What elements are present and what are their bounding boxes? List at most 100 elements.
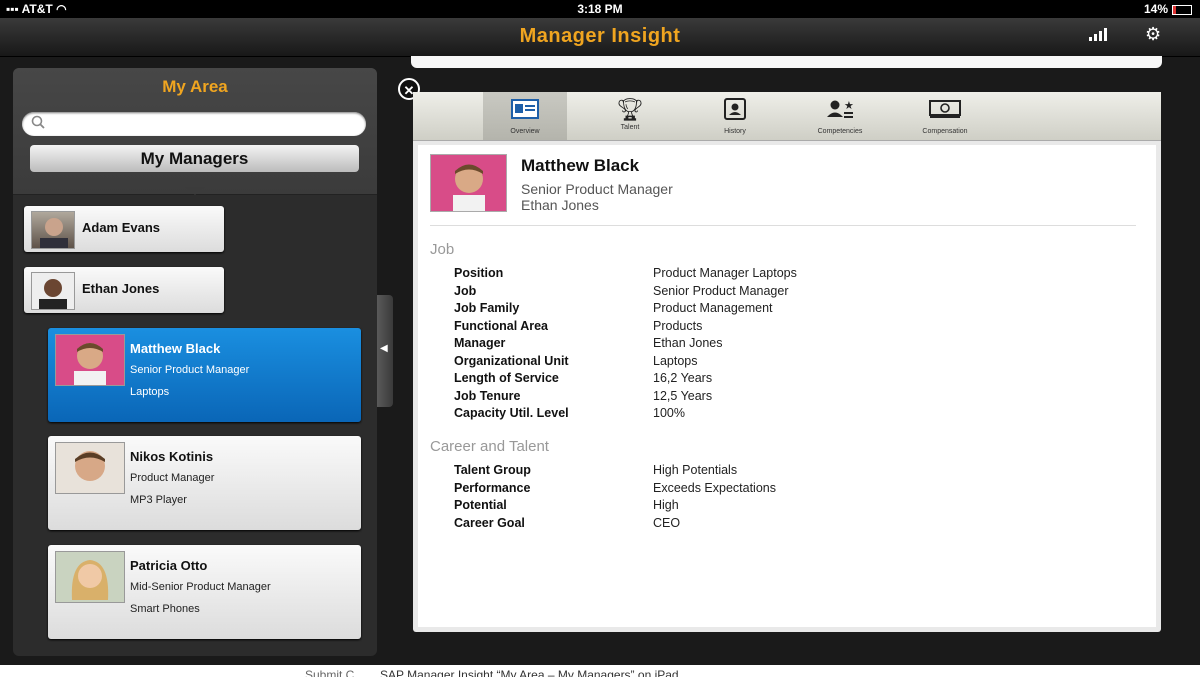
field-row: Capacity Util. Level 100% xyxy=(454,406,954,423)
section-heading-job: Job xyxy=(430,241,455,258)
report-name: Nikos Kotinis xyxy=(130,449,214,464)
svg-text:★: ★ xyxy=(844,99,854,112)
trophy-icon: 🏆︎ xyxy=(616,97,644,122)
manager-item-adam-evans[interactable]: Adam Evans xyxy=(24,206,224,252)
field-value: Products xyxy=(653,318,703,333)
image-caption: SAP Manager Insight “My Area – My Manage… xyxy=(380,668,679,677)
field-label: Job Tenure xyxy=(454,388,521,403)
profile-photo xyxy=(430,154,507,212)
my-managers-button[interactable]: My Managers xyxy=(30,145,359,172)
field-label: Position xyxy=(454,266,504,280)
report-item-matthew-black[interactable]: Matthew Black Senior Product Manager Lap… xyxy=(48,328,361,422)
battery-indicator: 14% xyxy=(1144,2,1192,16)
tab-competencies[interactable]: ★ Competencies xyxy=(798,92,882,140)
divider xyxy=(430,225,1136,226)
tab-label: Overview xyxy=(510,128,540,135)
money-icon xyxy=(903,97,987,127)
field-value: Ethan Jones xyxy=(653,336,723,350)
profile-title: Senior Product Manager xyxy=(521,181,673,197)
tab-label: History xyxy=(724,128,746,135)
my-area-header: My Area My Managers xyxy=(13,68,377,195)
manager-name: Ethan Jones xyxy=(82,281,160,296)
avatar xyxy=(55,334,125,386)
field-label: Job xyxy=(454,283,477,298)
tab-label: Compensation xyxy=(922,128,968,135)
chevron-left-icon: ◀ xyxy=(380,343,388,354)
id-card-icon xyxy=(483,97,567,127)
tab-compensation[interactable]: Compensation xyxy=(903,92,987,140)
field-row: Organizational Unit Laptops xyxy=(454,354,954,371)
field-row: Job Senior Product Manager xyxy=(454,284,954,301)
app-title-bar: Manager Insight ⚙ xyxy=(0,18,1200,57)
my-area-panel: My Area My Managers Adam Evans Ethan Jon… xyxy=(13,68,377,656)
tab-label: Competencies xyxy=(817,128,863,135)
tab-overview[interactable]: Overview xyxy=(483,92,567,140)
field-value: Laptops xyxy=(653,353,698,368)
report-name: Patricia Otto xyxy=(130,558,208,573)
avatar xyxy=(55,551,125,603)
detail-tab-bar: Overview 🏆︎ Talent History ★ Competencie… xyxy=(413,92,1161,141)
field-label: Performance xyxy=(454,480,531,495)
field-value: Product Manager Laptops xyxy=(653,266,797,280)
field-label: Career Goal xyxy=(454,515,525,530)
tab-label: Talent xyxy=(620,124,640,131)
field-row: Performance Exceeds Expectations xyxy=(454,481,954,498)
field-label: Manager xyxy=(454,336,506,350)
field-label: Length of Service xyxy=(454,371,559,385)
field-value: CEO xyxy=(653,515,681,530)
field-value: Product Management xyxy=(653,301,773,315)
report-title: Senior Product Manager xyxy=(130,364,250,376)
report-name: Matthew Black xyxy=(130,341,221,356)
field-value: High Potentials xyxy=(653,463,738,477)
clock: 3:18 PM xyxy=(577,2,623,16)
avatar xyxy=(31,272,75,310)
employee-detail-sheet: Overview 🏆︎ Talent History ★ Competencie… xyxy=(413,92,1161,632)
field-label: Potential xyxy=(454,498,507,512)
collapse-panel-handle[interactable]: ◀ xyxy=(377,295,393,407)
field-value: Senior Product Manager xyxy=(653,283,789,298)
status-bar: ▪▪▪ AT&T ◠ 3:18 PM 14% xyxy=(0,0,1200,18)
field-row: Talent Group High Potentials xyxy=(454,463,954,480)
my-area-title: My Area xyxy=(162,77,228,96)
report-unit: Smart Phones xyxy=(130,603,200,615)
signal-bars-icon[interactable] xyxy=(1088,26,1110,47)
tab-history[interactable]: History xyxy=(693,92,777,140)
field-row: Job Tenure 12,5 Years xyxy=(454,389,954,406)
manager-item-ethan-jones[interactable]: Ethan Jones xyxy=(24,267,224,313)
report-unit: Laptops xyxy=(130,386,170,398)
field-label: Organizational Unit xyxy=(454,353,569,368)
profile-manager: Ethan Jones xyxy=(521,197,599,213)
settings-gear-icon[interactable]: ⚙ xyxy=(1145,24,1161,45)
field-value: 100% xyxy=(653,406,685,420)
section-heading-career: Career and Talent xyxy=(430,438,549,455)
report-title: Product Manager xyxy=(130,472,215,484)
field-row: Functional Area Products xyxy=(454,319,954,336)
battery-icon xyxy=(1172,4,1192,15)
manager-name: Adam Evans xyxy=(82,220,161,235)
tab-talent[interactable]: 🏆︎ Talent xyxy=(588,92,672,140)
field-row: Job Family Product Management xyxy=(454,301,954,318)
search-input[interactable] xyxy=(22,112,366,136)
app-title: Manager Insight xyxy=(519,25,681,47)
field-row: Length of Service 16,2 Years xyxy=(454,371,954,388)
field-value: 16,2 Years xyxy=(653,371,713,385)
avatar xyxy=(31,211,75,249)
submit-fragment: Submit C xyxy=(305,668,355,677)
report-item-patricia-otto[interactable]: Patricia Otto Mid-Senior Product Manager… xyxy=(48,545,361,639)
field-row: Manager Ethan Jones xyxy=(454,336,954,353)
overview-content: Matthew Black Senior Product Manager Eth… xyxy=(418,145,1156,627)
report-unit: MP3 Player xyxy=(130,494,187,506)
field-row: Potential High xyxy=(454,498,954,515)
field-label: Capacity Util. Level xyxy=(454,406,569,420)
report-title: Mid-Senior Product Manager xyxy=(130,581,271,593)
field-row: Position Product Manager Laptops xyxy=(454,266,954,283)
field-value: High xyxy=(653,498,679,512)
field-label: Functional Area xyxy=(454,318,548,333)
report-item-nikos-kotinis[interactable]: Nikos Kotinis Product Manager MP3 Player xyxy=(48,436,361,530)
field-value: 12,5 Years xyxy=(653,388,713,403)
field-value: Exceeds Expectations xyxy=(653,480,776,495)
field-label: Talent Group xyxy=(454,463,531,477)
person-star-icon: ★ xyxy=(798,97,882,127)
address-book-icon xyxy=(693,97,777,127)
field-label: Job Family xyxy=(454,301,520,315)
